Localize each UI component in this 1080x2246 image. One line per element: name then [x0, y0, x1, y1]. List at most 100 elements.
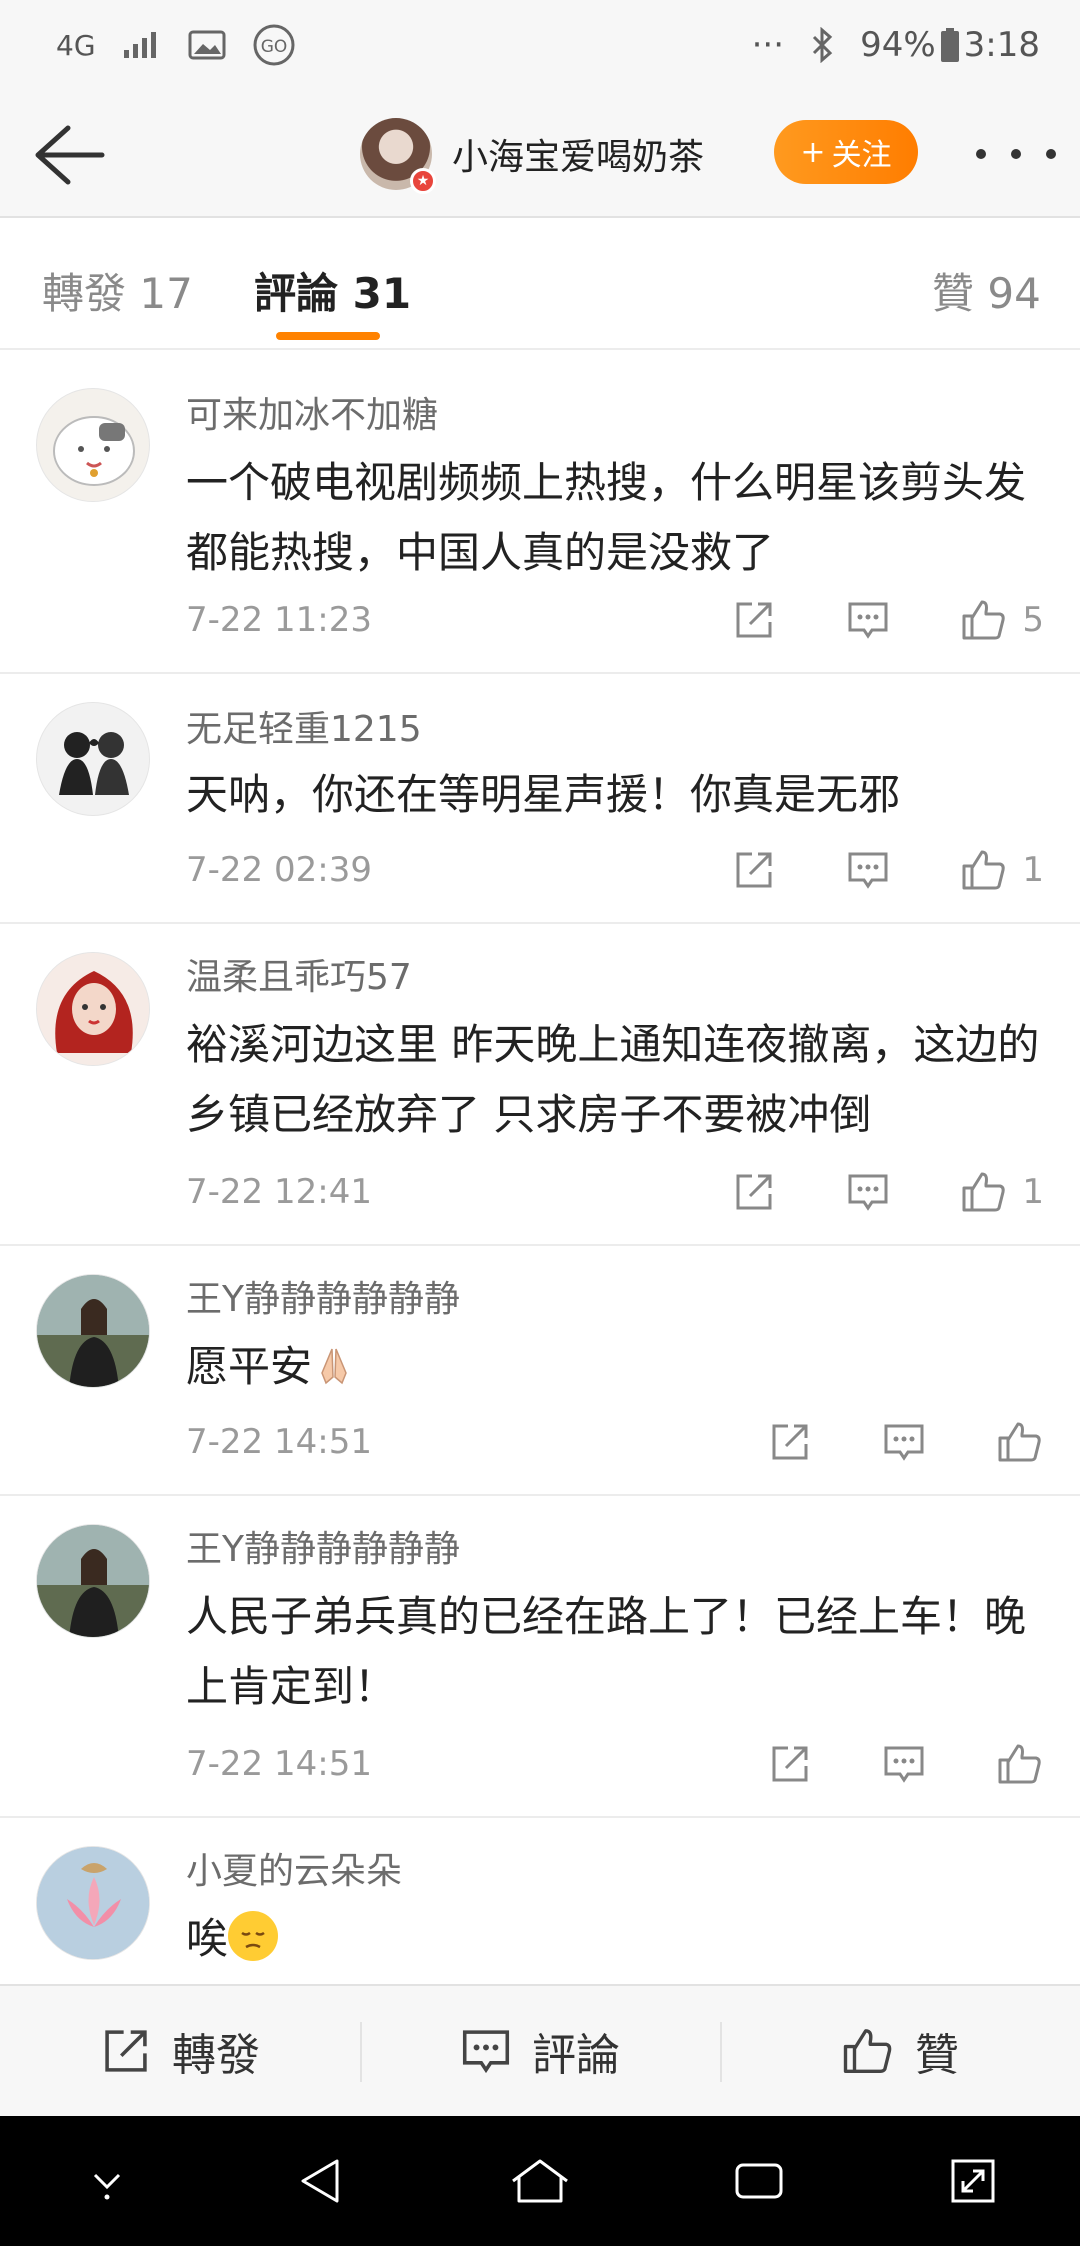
comment-username[interactable]: 王Y静静静静静静 [186, 1520, 460, 1572]
home-icon[interactable] [505, 2151, 575, 2211]
comment-time: 7-22 14:51 [186, 1744, 372, 1784]
reply-button[interactable] [846, 848, 890, 892]
like-count: 5 [1022, 600, 1044, 640]
expand-icon[interactable] [943, 2151, 1003, 2211]
comment-icon [848, 1174, 888, 1211]
share-icon [772, 1746, 808, 1782]
comment-icon [884, 1424, 924, 1461]
dot-icon [976, 149, 986, 159]
overflow-dots: ··· [751, 25, 785, 65]
comment-text: 愿平安 [186, 1332, 1046, 1402]
comment-text: 天呐，你还在等明星声援！你真是无邪 [186, 770, 901, 819]
comment-username[interactable]: 可来加冰不加糖 [186, 386, 438, 438]
share-button[interactable] [732, 1170, 776, 1214]
reply-button[interactable] [846, 598, 890, 642]
like-button[interactable] [996, 1740, 1044, 1788]
like-button[interactable] [996, 1418, 1044, 1466]
share-button[interactable] [732, 848, 776, 892]
tab-reposts[interactable]: 轉發 17 [42, 260, 193, 321]
plus-icon: + [800, 134, 826, 170]
like-button[interactable]: 5 [960, 596, 1044, 644]
follow-button[interactable]: + 关注 [774, 120, 918, 184]
battery-icon [940, 28, 959, 62]
system-nav-bar [0, 2116, 1080, 2246]
comment-username[interactable]: 温柔且乖巧57 [186, 948, 412, 1000]
tab-comments[interactable]: 評論 31 [254, 260, 411, 321]
status-bar: 4G GO ··· 94% 3:18 [0, 0, 1080, 90]
comment-label: 評論 [532, 2030, 620, 2081]
gallery-icon [188, 30, 226, 60]
comment-username[interactable]: 王Y静静静静静静 [186, 1270, 460, 1322]
comment-icon [462, 2030, 510, 2074]
hide-keyboard-icon[interactable] [77, 2151, 137, 2211]
thumbs-up-icon [962, 600, 1006, 640]
comment-item: 王Y静静静静静静 愿平安 7-22 14:51 [0, 1246, 1080, 1496]
share-button[interactable] [768, 1742, 812, 1786]
praying-hands-emoji-icon [321, 1348, 347, 1385]
recent-apps-icon[interactable] [729, 2151, 789, 2211]
avatar[interactable] [36, 1274, 150, 1388]
share-button[interactable] [768, 1420, 812, 1464]
share-icon [736, 602, 772, 638]
avatar[interactable] [36, 702, 150, 816]
repost-label: 轉發 [172, 2030, 260, 2081]
nav-bar: ★ 小海宝爱喝奶茶 + 关注 [0, 90, 1080, 218]
comment-text: 唉 [186, 1904, 1046, 1974]
tab-likes[interactable]: 贊 94 [932, 260, 1041, 321]
status-right: ··· 94% 3:18 [752, 25, 1040, 65]
bottom-action-bar: 轉發 評論 贊 [0, 1984, 1080, 2116]
like-post-button[interactable]: 贊 [720, 1986, 1080, 2116]
like-button[interactable]: 1 [960, 1168, 1044, 1216]
back-arrow-icon [35, 125, 105, 185]
comment-actions: 5 [732, 596, 1044, 644]
comment-time: 7-22 02:39 [186, 850, 372, 890]
dot-icon [1046, 149, 1056, 159]
comment-username[interactable]: 小夏的云朵朵 [186, 1842, 402, 1894]
comment-actions: 1 [732, 1168, 1044, 1216]
comment-icon [848, 602, 888, 639]
comment-username[interactable]: 无足轻重1215 [186, 700, 422, 752]
reply-button[interactable] [882, 1742, 926, 1786]
comment-time: 7-22 12:41 [186, 1172, 372, 1212]
follow-label: 关注 [831, 138, 892, 173]
reply-button[interactable] [846, 1170, 890, 1214]
comment-icon [848, 852, 888, 889]
author-info[interactable]: ★ 小海宝爱喝奶茶 [360, 116, 705, 194]
avatar[interactable] [36, 1524, 150, 1638]
avatar[interactable] [36, 952, 150, 1066]
comment-text: 人民子弟兵真的已经在路上了！已经上车！晚上肯定到！ [186, 1592, 1027, 1711]
portrait-avatar-icon [37, 1525, 149, 1637]
avatar[interactable] [36, 1846, 150, 1960]
comment-text-content: 愿平安 [186, 1342, 313, 1391]
back-button[interactable] [28, 120, 108, 190]
back-icon[interactable] [291, 2151, 351, 2211]
like-label: 贊 [915, 2030, 959, 2081]
comment-time: 7-22 11:23 [186, 600, 372, 640]
comment-actions [768, 1418, 1044, 1466]
active-tab-indicator [276, 332, 380, 340]
lotus-avatar-icon [37, 1847, 149, 1959]
bluetooth-icon [813, 27, 833, 63]
comment-button[interactable]: 評論 [360, 1986, 720, 2116]
thumbs-up-icon [843, 2029, 892, 2073]
avatar[interactable]: ★ [360, 118, 436, 194]
comment-item: 王Y静静静静静静 人民子弟兵真的已经在路上了！已经上车！晚上肯定到！ 7-22 … [0, 1496, 1080, 1818]
avatar[interactable] [36, 388, 150, 502]
cat-avatar-icon [53, 416, 135, 486]
comment-text: 裕溪河边这里 昨天晚上通知连夜撤离，这边的乡镇已经放弃了 只求房子不要被冲倒 [186, 1020, 1040, 1139]
reply-button[interactable] [882, 1420, 926, 1464]
battery-percent: 94% [860, 25, 936, 65]
share-button[interactable] [732, 598, 776, 642]
comment-list[interactable]: 可来加冰不加糖 一个破电视剧频频上热搜，什么明星该剪头发都能热搜，中国人真的是没… [0, 352, 1080, 1984]
author-name: 小海宝爱喝奶茶 [452, 137, 705, 178]
signal-icon [123, 32, 156, 58]
comment-icon [884, 1746, 924, 1783]
more-options-button[interactable] [976, 134, 1056, 174]
comment-time: 7-22 14:51 [186, 1422, 372, 1462]
share-icon [736, 852, 772, 888]
tab-bar: 轉發 17 評論 31 贊 94 [0, 220, 1080, 350]
like-count: 1 [1022, 850, 1044, 890]
repost-button[interactable]: 轉發 [0, 1986, 360, 2116]
silhouette-avatar-icon [37, 703, 149, 815]
like-button[interactable]: 1 [960, 846, 1044, 894]
